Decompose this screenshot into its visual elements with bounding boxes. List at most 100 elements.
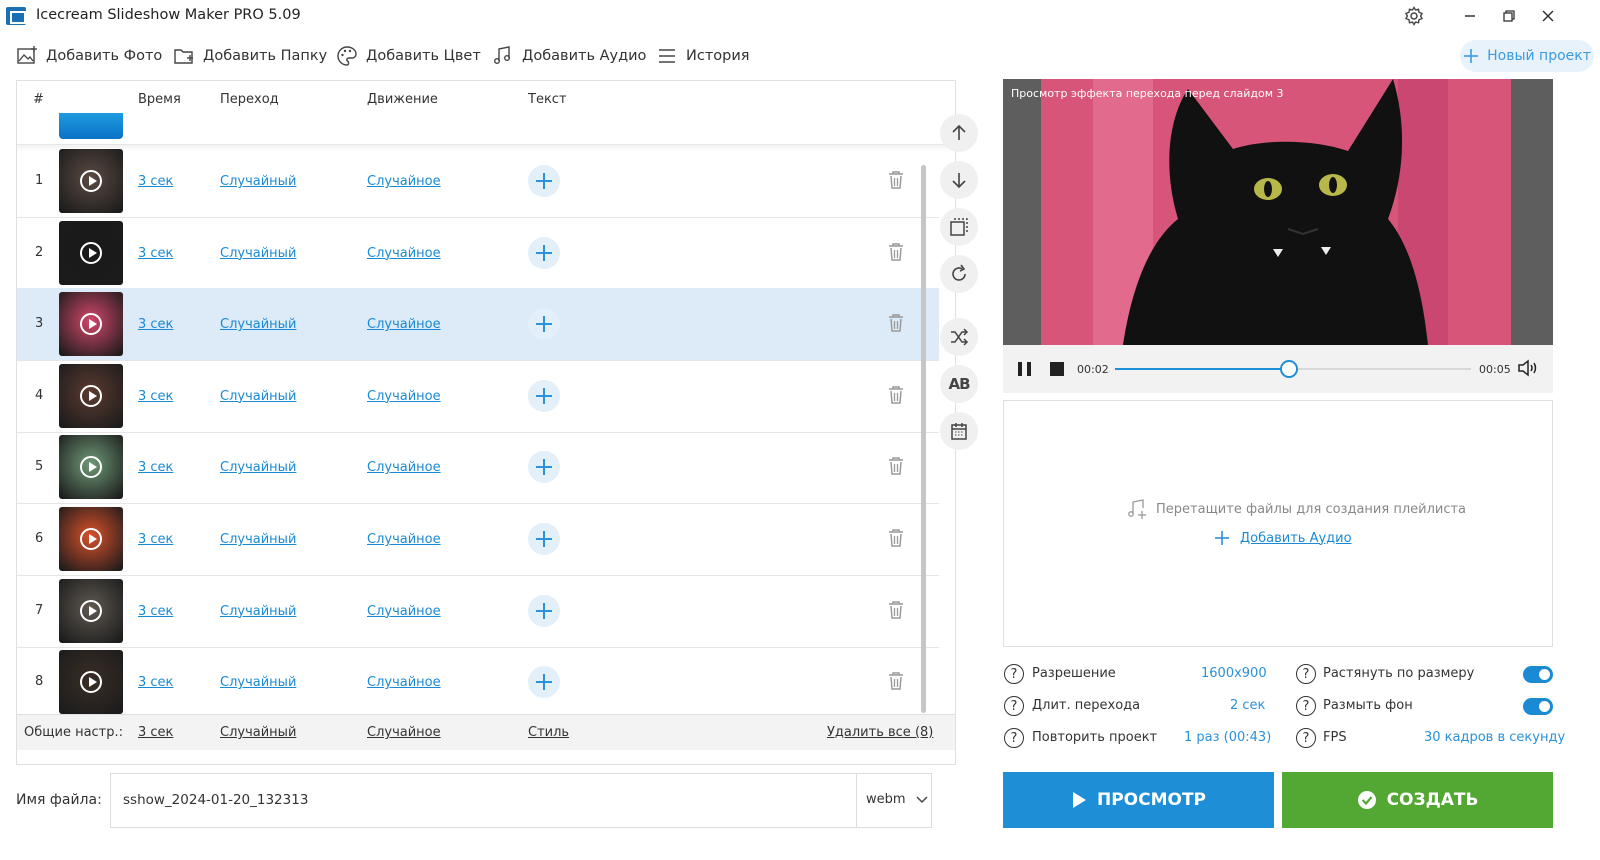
- create-button[interactable]: СОЗДАТЬ: [1282, 772, 1553, 828]
- slide-thumbnail[interactable]: [59, 507, 123, 571]
- format-select[interactable]: webm: [866, 792, 928, 807]
- add-folder-button[interactable]: Добавить Папку: [173, 42, 327, 70]
- settings-gear-icon[interactable]: [1394, 3, 1434, 29]
- motion-link[interactable]: Случайное: [367, 460, 441, 475]
- help-icon[interactable]: ?: [1004, 728, 1024, 748]
- play-icon[interactable]: [80, 599, 102, 622]
- add-text-button[interactable]: [528, 308, 560, 341]
- general-transition-link[interactable]: Случайный: [220, 725, 296, 740]
- preview-video[interactable]: Просмотр эффекта перехода перед слайдом …: [1003, 79, 1553, 345]
- time-link[interactable]: 3 сек: [138, 174, 173, 189]
- add-text-button[interactable]: [528, 523, 560, 555]
- add-text-button[interactable]: [528, 451, 560, 484]
- add-photo-button[interactable]: Добавить Фото: [16, 42, 162, 70]
- add-text-button[interactable]: [528, 594, 560, 627]
- blur-toggle[interactable]: [1523, 698, 1553, 715]
- new-project-button[interactable]: Новый проект: [1460, 40, 1594, 72]
- seek-track[interactable]: [1115, 360, 1471, 378]
- sort-ab-button[interactable]: AB: [940, 365, 978, 403]
- delete-button[interactable]: [887, 671, 905, 695]
- delete-button[interactable]: [887, 600, 905, 624]
- table-row[interactable]: 3 3 сек Случайный Случайное: [17, 288, 939, 362]
- add-text-button[interactable]: [528, 165, 560, 197]
- delete-all-link[interactable]: Удалить все (8): [827, 725, 933, 740]
- restore-icon[interactable]: [1489, 3, 1529, 29]
- add-audio-button[interactable]: Добавить Аудио: [492, 42, 646, 70]
- preview-button[interactable]: ПРОСМОТР: [1003, 772, 1274, 828]
- playlist-dropzone[interactable]: Перетащите файлы для создания плейлиста …: [1003, 400, 1553, 647]
- rotate-button[interactable]: [940, 255, 978, 293]
- pause-button[interactable]: [1017, 361, 1033, 377]
- delete-button[interactable]: [887, 528, 905, 552]
- transition-link[interactable]: Случайный: [220, 532, 296, 547]
- time-link[interactable]: 3 сек: [138, 317, 173, 332]
- table-row[interactable]: 5 3 сек Случайный Случайное: [17, 431, 939, 505]
- slide-thumbnail[interactable]: [59, 435, 123, 500]
- delete-button[interactable]: [887, 170, 905, 194]
- time-link[interactable]: 3 сек: [138, 675, 173, 690]
- motion-link[interactable]: Случайное: [367, 675, 441, 690]
- transition-link[interactable]: Случайный: [220, 246, 296, 261]
- transition-link[interactable]: Случайный: [220, 389, 296, 404]
- move-up-button[interactable]: [940, 114, 978, 152]
- style-link[interactable]: Стиль: [528, 725, 569, 740]
- playlist-add-audio[interactable]: Добавить Аудио: [1214, 530, 1352, 546]
- motion-link[interactable]: Случайное: [367, 174, 441, 189]
- volume-button[interactable]: [1517, 358, 1541, 382]
- transition-link[interactable]: Случайный: [220, 460, 296, 475]
- slide-thumbnail[interactable]: [59, 363, 123, 428]
- time-link[interactable]: 3 сек: [138, 246, 173, 261]
- table-scrollbar[interactable]: [921, 165, 926, 713]
- add-text-button[interactable]: [528, 666, 560, 699]
- slide-thumbnail[interactable]: [59, 578, 123, 643]
- stop-button[interactable]: [1049, 361, 1065, 377]
- shuffle-button[interactable]: [940, 318, 978, 356]
- table-row[interactable]: 6 3 сек Случайный Случайное: [17, 503, 939, 576]
- play-icon[interactable]: [80, 384, 102, 407]
- table-row[interactable]: 4 3 сек Случайный Случайное: [17, 360, 939, 433]
- filename-input[interactable]: [123, 792, 843, 808]
- help-icon[interactable]: ?: [1296, 696, 1316, 716]
- help-icon[interactable]: ?: [1004, 696, 1024, 716]
- general-motion-link[interactable]: Случайное: [367, 725, 441, 740]
- table-row[interactable]: 1 3 сек Случайный Случайное: [17, 145, 939, 218]
- help-icon[interactable]: ?: [1296, 728, 1316, 748]
- motion-link[interactable]: Случайное: [367, 246, 441, 261]
- time-link[interactable]: 3 сек: [138, 532, 173, 547]
- slide-thumbnail[interactable]: [59, 650, 123, 715]
- crop-button[interactable]: [940, 208, 978, 246]
- time-link[interactable]: 3 сек: [138, 460, 173, 475]
- table-row[interactable]: 8 3 сек Случайный Случайное: [17, 646, 939, 720]
- slide-thumbnail[interactable]: [59, 220, 123, 285]
- add-color-button[interactable]: Добавить Цвет: [336, 42, 481, 70]
- stretch-toggle[interactable]: [1523, 666, 1553, 683]
- slide-thumbnail[interactable]: [59, 113, 123, 139]
- play-icon[interactable]: [80, 528, 102, 550]
- motion-link[interactable]: Случайное: [367, 389, 441, 404]
- general-time-link[interactable]: 3 сек: [138, 725, 173, 740]
- repeat-value[interactable]: 1 раз (00:43): [1184, 730, 1271, 745]
- motion-link[interactable]: Случайное: [367, 604, 441, 619]
- minimize-icon[interactable]: [1450, 3, 1490, 29]
- seek-handle[interactable]: [1280, 360, 1299, 378]
- resolution-value[interactable]: 1600x900: [1201, 666, 1267, 681]
- transition-link[interactable]: Случайный: [220, 174, 296, 189]
- play-icon[interactable]: [80, 170, 102, 192]
- time-link[interactable]: 3 сек: [138, 389, 173, 404]
- help-icon[interactable]: ?: [1004, 664, 1024, 684]
- slide-thumbnail[interactable]: [59, 292, 123, 357]
- add-text-button[interactable]: [528, 379, 560, 412]
- play-icon[interactable]: [80, 313, 102, 336]
- play-icon[interactable]: [80, 241, 102, 264]
- playlist-add-audio-link[interactable]: Добавить Аудио: [1240, 531, 1352, 546]
- move-down-button[interactable]: [940, 161, 978, 199]
- delete-button[interactable]: [887, 456, 905, 480]
- date-sort-button[interactable]: [940, 412, 978, 450]
- transition-link[interactable]: Случайный: [220, 604, 296, 619]
- fps-value[interactable]: 30 кадров в секунду: [1424, 730, 1565, 745]
- transition-link[interactable]: Случайный: [220, 317, 296, 332]
- add-text-button[interactable]: [528, 236, 560, 269]
- delete-button[interactable]: [887, 242, 905, 266]
- transition-link[interactable]: Случайный: [220, 675, 296, 690]
- history-button[interactable]: История: [656, 42, 750, 70]
